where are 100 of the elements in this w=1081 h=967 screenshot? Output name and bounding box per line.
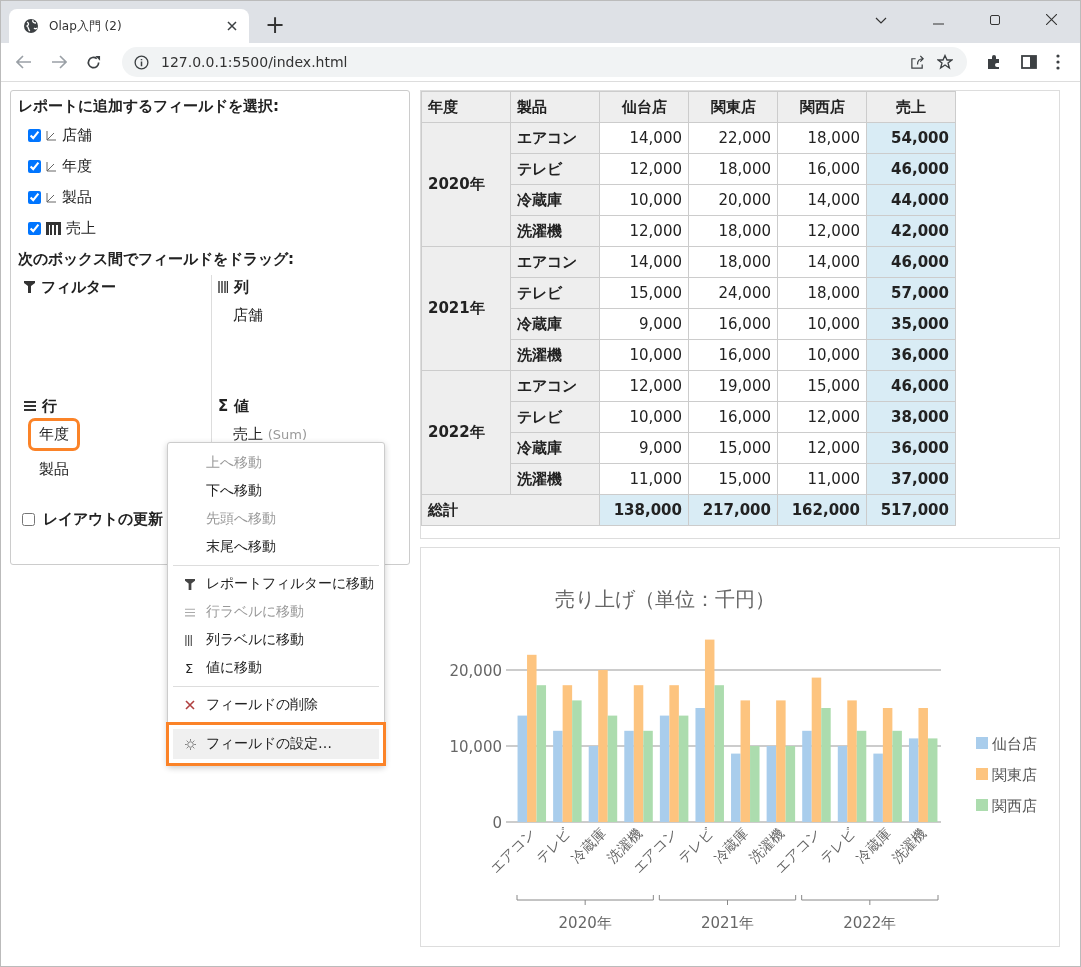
filter-icon <box>185 578 195 590</box>
menu-item[interactable]: 列ラベルに移動 <box>173 626 379 654</box>
column-header: 仙台店 <box>599 91 689 123</box>
address-bar[interactable]: 127.0.0.1:5500/index.html <box>122 47 967 77</box>
table-cell: 11,000 <box>599 463 689 495</box>
globe-icon <box>23 18 39 34</box>
table-cell: 15,000 <box>688 463 778 495</box>
total-cell: 37,000 <box>866 463 956 495</box>
field-checkbox[interactable] <box>28 222 41 235</box>
total-cell: 57,000 <box>866 277 956 309</box>
table-cell: 10,000 <box>599 401 689 433</box>
table-cell: 9,000 <box>599 308 689 340</box>
menu-item[interactable]: Σ 値に移動 <box>173 654 379 682</box>
table-cell: 15,000 <box>688 432 778 464</box>
column-header: 関東店 <box>688 91 778 123</box>
sigma-symbol: Σ <box>218 397 229 415</box>
column-header: 関西店 <box>777 91 867 123</box>
total-cell: 36,000 <box>866 339 956 371</box>
info-icon <box>134 54 149 70</box>
field-checkbox[interactable] <box>28 160 41 173</box>
table-cell: 12,000 <box>599 370 689 402</box>
table-cell: 12,000 <box>599 215 689 247</box>
field-checkbox[interactable] <box>28 129 41 142</box>
product-cell: 冷蔵庫 <box>510 432 600 464</box>
panel-title: レポートに追加するフィールドを選択: <box>18 97 280 116</box>
table-cell: 14,000 <box>599 246 689 278</box>
maximize-icon[interactable] <box>990 15 1000 25</box>
browser-tab[interactable]: Olap入門 (2) <box>9 9 249 43</box>
panel-title: 次のボックス間でフィールドをドラッグ: <box>18 250 295 269</box>
new-tab-button[interactable]: + <box>259 11 292 39</box>
puzzle-icon[interactable] <box>986 54 1002 70</box>
table-cell: 18,000 <box>688 246 778 278</box>
tab-title: Olap入門 (2) <box>49 17 123 35</box>
y-tick-label: 0 <box>492 814 502 832</box>
total-cell: 517,000 <box>866 494 956 526</box>
box-title: 列 <box>234 277 249 297</box>
table-cell: 10,000 <box>599 339 689 371</box>
table-cell: 15,000 <box>599 277 689 309</box>
back-icon[interactable] <box>16 55 32 69</box>
chevron-down-icon[interactable] <box>875 17 887 25</box>
table-cell: 16,000 <box>688 308 778 340</box>
dimension-icon <box>46 130 57 141</box>
table-cell: 14,000 <box>777 184 867 216</box>
total-cell: 138,000 <box>599 494 689 526</box>
total-cell: 44,000 <box>866 184 956 216</box>
field-item[interactable]: 年度 <box>28 418 80 451</box>
reload-icon[interactable] <box>86 54 101 70</box>
field-item[interactable]: 製品 <box>28 453 80 486</box>
group-label: 2020年 <box>558 914 612 932</box>
field-item[interactable]: 店舗 <box>222 299 274 332</box>
field-label: 売上 <box>66 219 96 238</box>
field-checkbox[interactable] <box>28 191 41 204</box>
columns-icon <box>218 281 228 293</box>
product-cell: エアコン <box>510 246 600 278</box>
product-cell: 洗濯機 <box>510 339 600 371</box>
total-cell: 162,000 <box>777 494 867 526</box>
table-cell: 18,000 <box>688 153 778 185</box>
table-cell: 18,000 <box>777 277 867 309</box>
measure-icon <box>46 222 61 235</box>
menu-item[interactable]: 末尾へ移動 <box>173 533 379 561</box>
table-cell: 16,000 <box>777 153 867 185</box>
menu-item[interactable]: フィールドの設定… <box>173 729 379 759</box>
product-cell: エアコン <box>510 122 600 154</box>
product-cell: テレビ <box>510 277 600 309</box>
product-cell: テレビ <box>510 401 600 433</box>
menu-item[interactable]: レポートフィルターに移動 <box>173 570 379 598</box>
total-cell: 35,000 <box>866 308 956 340</box>
dimension-icon <box>46 192 57 203</box>
defer-checkbox[interactable] <box>22 513 35 526</box>
product-cell: エアコン <box>510 370 600 402</box>
menu-item[interactable]: 下へ移動 <box>173 477 379 505</box>
forward-icon[interactable] <box>51 55 67 69</box>
x-tick-label: テレビ <box>674 824 716 866</box>
field-label: 年度 <box>62 157 92 176</box>
total-cell: 38,000 <box>866 401 956 433</box>
close-icon[interactable] <box>227 21 237 31</box>
column-header: 年度 <box>421 91 511 123</box>
product-cell: 洗濯機 <box>510 215 600 247</box>
chart-title: 売り上げ（単位：千円） <box>555 587 775 611</box>
table-cell: 12,000 <box>777 215 867 247</box>
menu-item[interactable]: フィールドの削除 <box>173 691 379 719</box>
table-cell: 10,000 <box>599 184 689 216</box>
table-cell: 16,000 <box>688 401 778 433</box>
product-cell: 冷蔵庫 <box>510 184 600 216</box>
menu-icon[interactable] <box>1056 54 1060 70</box>
box-title: 行 <box>42 396 57 416</box>
legend-label: 関西店 <box>992 797 1037 815</box>
delete-icon <box>185 700 195 710</box>
x-tick-label: テレビ <box>532 824 574 866</box>
product-cell: 冷蔵庫 <box>510 308 600 340</box>
total-cell: 46,000 <box>866 370 956 402</box>
sidebar-icon[interactable] <box>1021 55 1037 69</box>
share-icon[interactable] <box>910 54 925 70</box>
box-title: フィルター <box>41 277 116 297</box>
settings-icon <box>185 738 196 750</box>
star-icon[interactable] <box>937 54 953 70</box>
year-cell: 2020年 <box>421 122 511 247</box>
column-header: 製品 <box>510 91 600 123</box>
close-icon[interactable] <box>1046 14 1057 25</box>
table-cell: 12,000 <box>777 432 867 464</box>
